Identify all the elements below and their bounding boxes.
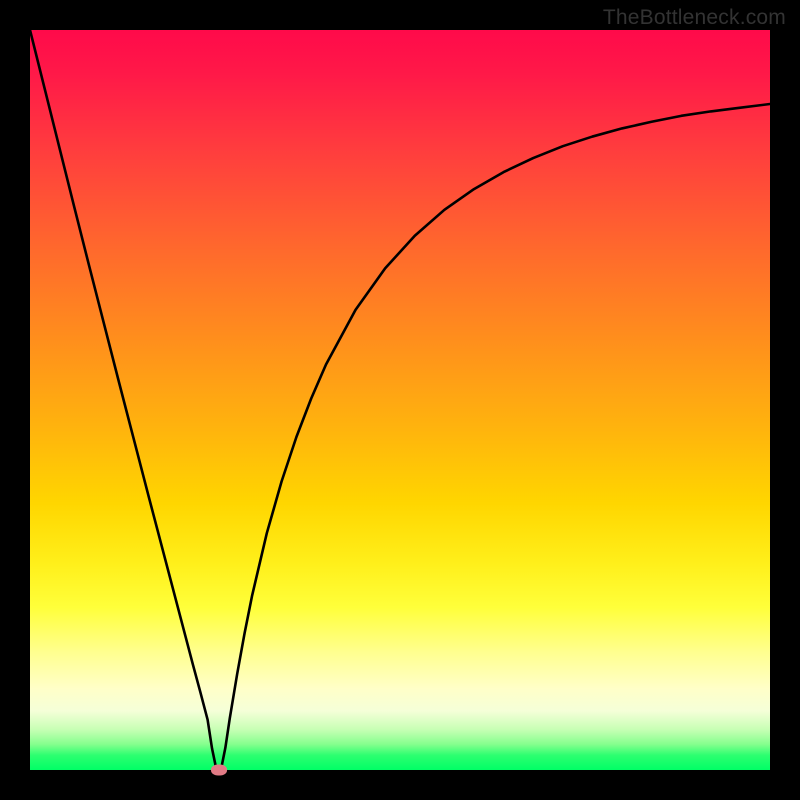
optimum-marker [211, 765, 227, 776]
plot-area [30, 30, 770, 770]
watermark-text: TheBottleneck.com [603, 6, 786, 30]
bottleneck-curve [30, 30, 770, 770]
chart-frame: TheBottleneck.com [0, 0, 800, 800]
